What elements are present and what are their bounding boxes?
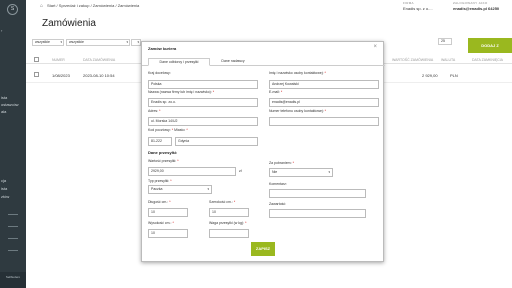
modal-tabs: Dane odbiorcy i przesyłki Dane nadawcy	[142, 56, 385, 66]
name-label: Nazwa (nazwa firmy lub imię i nazwisko):…	[148, 90, 215, 94]
country-select[interactable]: Polska	[148, 80, 258, 89]
contact-person-label: Imię i nazwisko osoby kontaktowej: *	[269, 71, 326, 75]
parcel-type-label: Typ przesyłki: *	[148, 179, 172, 183]
height-input[interactable]: 10	[148, 229, 188, 238]
width-label: Szerokość cm.: *	[209, 200, 236, 204]
add-order-button[interactable]: DODAJ Z	[468, 38, 512, 53]
contact-person-input[interactable]: Andrzej Kowalski	[269, 80, 379, 89]
length-label: Długość cm.: *	[148, 200, 171, 204]
logged-in-value[interactable]: enadis@enadis.pl 64250	[453, 6, 499, 11]
sidebar-item-4[interactable]: cja	[0, 178, 26, 183]
value-label: Wartość przesyłki: *	[148, 159, 179, 163]
chevron-down-icon: ▾	[60, 40, 62, 44]
logged-in-label: ZALOGOWANY JAKO	[453, 1, 488, 5]
cod-label: Za pobraniem: *	[269, 161, 294, 165]
tab-sender[interactable]: Dane nadawcy	[212, 58, 254, 66]
chevron-down-icon: ▾	[126, 40, 128, 44]
row-checkbox[interactable]	[34, 72, 39, 77]
column-header-currency[interactable]: WALUTA	[441, 58, 455, 62]
weight-label: Waga przesyłki (w kg): *	[209, 221, 247, 225]
sidebar-arrow-icon[interactable]: ›	[0, 28, 26, 33]
sidebar-item-1[interactable]: ista	[0, 95, 26, 100]
sidebar-footer: Sellbudero	[0, 272, 26, 288]
row-number[interactable]: 1/08/2023	[52, 73, 70, 78]
phone-label: Numer telefonu osoby kontaktowej: *	[269, 109, 327, 113]
breadcrumb[interactable]: Start / Sprzedaż i zakup / Zamówienia / …	[47, 3, 139, 8]
postal-code-label: Kod pocztowy: * Miasto: *	[148, 128, 188, 132]
parcel-section-title: Dane przesyłki:	[148, 150, 178, 155]
postal-code-input[interactable]: 81-222	[148, 137, 172, 146]
select-all-checkbox[interactable]	[34, 57, 39, 62]
contents-input[interactable]	[269, 209, 366, 218]
phone-input[interactable]	[269, 117, 379, 126]
row-order-value: 2 929,00	[422, 73, 438, 78]
save-button[interactable]: ZAPISZ	[251, 242, 275, 256]
weight-input[interactable]	[209, 229, 249, 238]
city-input[interactable]: Gdynia	[175, 137, 258, 146]
chevron-down-icon: ▾	[137, 40, 139, 44]
sidebar-divider	[8, 214, 18, 215]
column-header-order-value[interactable]: WARTOŚĆ ZAMÓWIENIA	[392, 58, 433, 62]
sidebar-divider	[8, 226, 18, 227]
height-label: Wysokość cm.: *	[148, 221, 174, 225]
company-label: FIRMA	[403, 1, 414, 5]
column-header-close-date[interactable]: DATA ZAMKNIĘCIA	[472, 58, 503, 62]
cod-select[interactable]: Nie ▾	[269, 168, 333, 177]
topbar: ⌂ Start / Sprzedaż i zakup / Zamówienia …	[26, 0, 512, 14]
comment-label: Komentarz:	[269, 182, 287, 186]
email-input[interactable]: enadis@enadis.pl	[269, 98, 379, 107]
column-header-order-date[interactable]: DATA ZAMÓWIENIA	[83, 58, 115, 62]
filter-select-3[interactable]: ▾	[131, 39, 141, 46]
parcel-type-select[interactable]: Paczka ▾	[148, 185, 212, 194]
page-title: Zamówienia	[42, 18, 96, 29]
sidebar-divider	[8, 238, 18, 239]
width-input[interactable]: 10	[209, 208, 249, 217]
modal-title: Zamów kuriera	[148, 46, 177, 51]
sidebar-item-2[interactable]: ostawców	[0, 102, 26, 107]
chevron-down-icon: ▾	[328, 170, 330, 174]
name-input[interactable]: Enadis sp. zo.o.	[148, 98, 258, 107]
address-label: Adres: *	[148, 109, 161, 113]
sidebar: S › ista ostawców ała cja ista ztów Sell…	[0, 0, 26, 288]
chevron-down-icon: ▾	[207, 187, 209, 191]
email-label: E-mail: *	[269, 90, 283, 94]
column-header-number[interactable]: NUMER	[52, 58, 65, 62]
sidebar-divider	[8, 250, 18, 251]
close-icon[interactable]: ×	[373, 44, 377, 50]
sidebar-item-3[interactable]: ała	[0, 109, 26, 114]
filter-select-1[interactable]: wszystkie ▾	[32, 39, 64, 46]
sidebar-item-6[interactable]: ztów	[0, 194, 26, 199]
country-label: Kraj docelowy:	[148, 71, 171, 75]
sidebar-item-5[interactable]: ista	[0, 186, 26, 191]
company-value[interactable]: Enadis sp. z o....	[403, 6, 433, 11]
home-icon[interactable]: ⌂	[40, 3, 43, 9]
row-order-date: 2023-08-10 10:54	[83, 73, 115, 78]
row-currency: PLN	[450, 73, 458, 78]
address-input[interactable]: ul. Morska 14/U2	[148, 117, 258, 126]
courier-order-modal: Zamów kuriera × Dane odbiorcy i przesyłk…	[141, 41, 385, 262]
app-logo[interactable]: S	[7, 4, 18, 15]
filter-select-2[interactable]: wszystkie ▾	[66, 39, 130, 46]
value-input[interactable]: 2929,00	[148, 167, 236, 176]
length-input[interactable]: 10	[148, 208, 188, 217]
contents-label: Zawartość:	[269, 202, 287, 206]
per-page-select[interactable]: 25	[438, 38, 452, 45]
tab-recipient[interactable]: Dane odbiorcy i przesyłki	[148, 58, 210, 66]
comment-input[interactable]	[269, 189, 366, 198]
currency-label: zł	[239, 169, 242, 173]
